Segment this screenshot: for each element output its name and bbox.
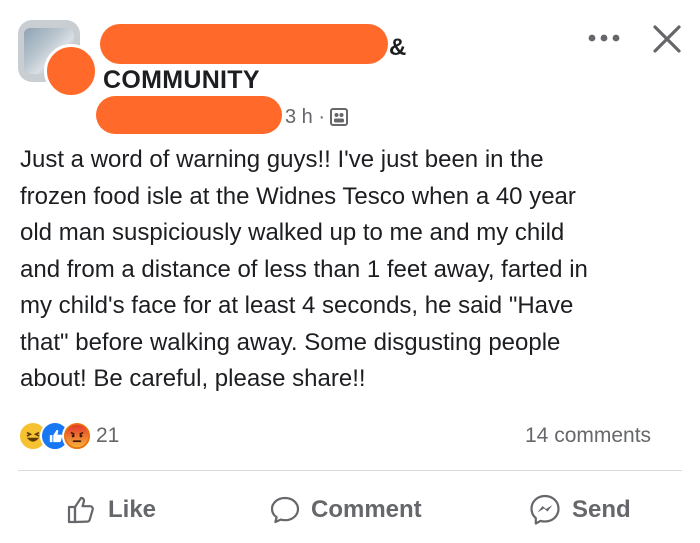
comment-label: Comment [311,496,422,523]
group-name[interactable]: COMMUNITY [103,66,260,95]
like-button[interactable]: Like [66,490,156,530]
comment-icon [270,496,300,524]
post-text: Just a word of warning guys!! I've just … [20,146,588,392]
thumbs-up-icon [67,496,94,524]
more-options-icon[interactable] [583,26,625,50]
divider [18,470,682,471]
send-button[interactable]: Send [528,490,631,530]
comment-button[interactable]: Comment [269,490,422,530]
angry-icon[interactable] [62,421,92,451]
reaction-count[interactable]: 21 [96,424,119,448]
messenger-icon [530,494,560,525]
redacted-group-name [100,24,388,64]
comments-count[interactable]: 14 comments [525,424,651,448]
redacted-author-name [96,96,282,134]
group-privacy-icon [330,108,348,126]
post-time[interactable]: 3 h · [285,106,325,129]
send-label: Send [572,496,631,523]
user-avatar[interactable] [44,44,98,98]
group-name-suffix[interactable]: & [389,34,406,62]
close-icon[interactable] [650,22,684,56]
like-label: Like [108,496,157,523]
